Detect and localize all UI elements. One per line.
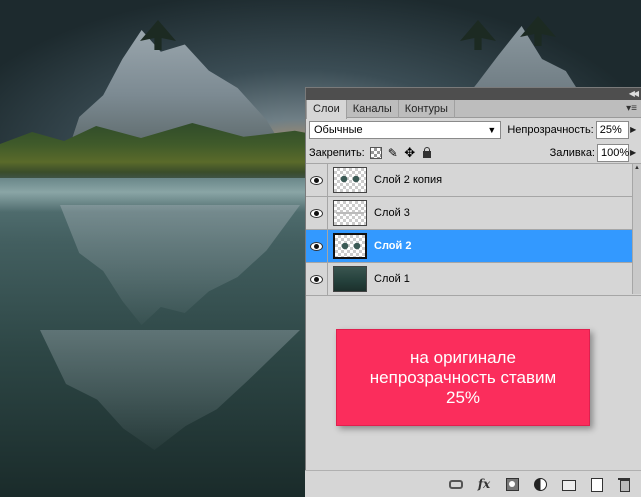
layer-row[interactable]: Слой 1 bbox=[306, 263, 641, 296]
visibility-toggle[interactable] bbox=[306, 263, 328, 295]
tab-paths[interactable]: Контуры bbox=[399, 100, 455, 118]
eye-icon bbox=[310, 175, 323, 185]
tab-layers[interactable]: Слои bbox=[306, 100, 347, 119]
opacity-input[interactable]: 25% bbox=[595, 121, 630, 139]
tab-channels[interactable]: Каналы bbox=[347, 100, 399, 118]
fill-slider-arrow-icon[interactable]: ▶ bbox=[630, 146, 638, 160]
layers-panel: ◀◀ Слои Каналы Контуры ▾≡ Обычные ▼ Непр… bbox=[305, 87, 641, 497]
opacity-label: Непрозрачность: bbox=[507, 124, 594, 136]
link-layers-icon[interactable] bbox=[449, 477, 463, 491]
layer-name: Слой 3 bbox=[374, 207, 410, 219]
fill-label: Заливка: bbox=[549, 146, 595, 159]
eye-icon bbox=[310, 208, 323, 218]
lock-all-icon[interactable] bbox=[421, 146, 433, 159]
layer-thumbnail bbox=[333, 233, 367, 259]
visibility-toggle[interactable] bbox=[306, 164, 328, 196]
scroll-up-icon[interactable]: ▲ bbox=[633, 164, 641, 173]
layer-thumbnail bbox=[333, 266, 367, 292]
visibility-toggle[interactable] bbox=[306, 197, 328, 229]
fill-input[interactable]: 100% bbox=[597, 143, 629, 162]
new-group-icon[interactable] bbox=[561, 477, 576, 491]
add-mask-icon[interactable] bbox=[505, 477, 519, 491]
annotation-line-3: 25% bbox=[445, 387, 481, 407]
annotation-line-1: на оригинале bbox=[410, 347, 516, 367]
opacity-slider-arrow-icon[interactable]: ▶ bbox=[630, 123, 638, 137]
panel-menu-icon[interactable]: ▾≡ bbox=[626, 100, 637, 118]
delete-layer-icon[interactable] bbox=[617, 477, 631, 492]
annotation-note: на оригинале непрозрачность ставим 25% bbox=[336, 329, 590, 426]
blend-mode-value: Обычные bbox=[314, 124, 363, 136]
blend-row: Обычные ▼ Непрозрачность: 25% ▶ bbox=[306, 118, 641, 142]
layer-name: Слой 2 копия bbox=[374, 174, 443, 186]
eye-icon bbox=[310, 241, 323, 251]
eye-icon bbox=[310, 274, 323, 284]
panel-tabs: Слои Каналы Контуры ▾≡ bbox=[306, 100, 641, 119]
layers-scrollbar[interactable]: ▲ bbox=[632, 164, 641, 294]
adjustment-layer-icon[interactable] bbox=[533, 477, 547, 491]
layers-list: Слой 2 копия Слой 3 Слой 2 Слой 1 ▲ bbox=[306, 164, 641, 296]
layer-thumbnail bbox=[333, 167, 367, 193]
panel-titlebar: ◀◀ bbox=[306, 88, 641, 100]
layer-name: Слой 1 bbox=[374, 273, 410, 285]
layer-row[interactable]: Слой 2 копия bbox=[306, 164, 641, 197]
layer-row-selected[interactable]: Слой 2 bbox=[306, 230, 641, 263]
chevron-down-icon: ▼ bbox=[487, 125, 497, 135]
annotation-line-2: непрозрачность ставим bbox=[369, 367, 557, 387]
visibility-toggle[interactable] bbox=[306, 230, 328, 262]
blend-mode-select[interactable]: Обычные ▼ bbox=[309, 121, 502, 139]
layer-row[interactable]: Слой 3 bbox=[306, 197, 641, 230]
new-layer-icon[interactable] bbox=[589, 477, 603, 492]
lock-move-icon[interactable]: ✥ bbox=[404, 146, 416, 159]
collapse-icon[interactable]: ◀◀ bbox=[629, 88, 639, 100]
layer-thumbnail bbox=[333, 200, 367, 226]
lock-brush-icon[interactable]: ✎ bbox=[387, 147, 399, 159]
fx-icon[interactable]: fx bbox=[477, 477, 491, 491]
lock-label: Закрепить: bbox=[309, 146, 365, 159]
annotation-text: на оригинале непрозрачность ставим 25% bbox=[370, 348, 556, 408]
layers-panel-footer: fx bbox=[305, 470, 641, 497]
lock-transparency-icon[interactable] bbox=[369, 146, 382, 159]
layer-name: Слой 2 bbox=[374, 240, 412, 252]
lock-row: Закрепить: ✎ ✥ Заливка: 100% ▶ bbox=[306, 142, 641, 164]
